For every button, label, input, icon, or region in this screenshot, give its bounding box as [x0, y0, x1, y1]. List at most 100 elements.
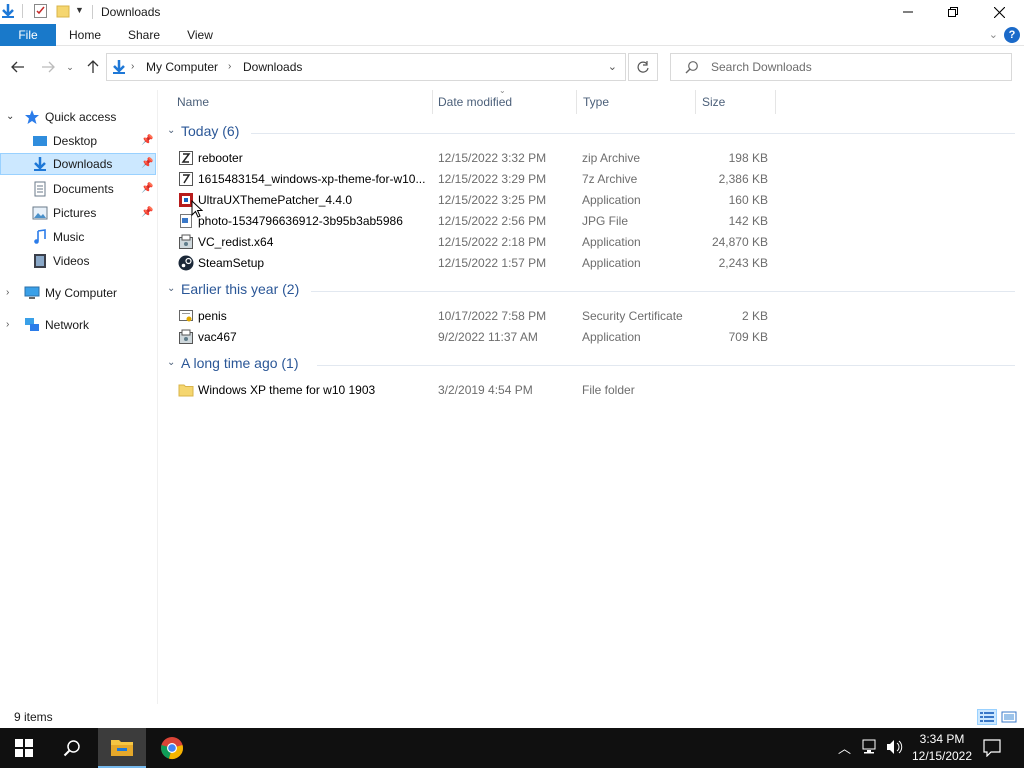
help-icon[interactable]: ? — [1004, 27, 1020, 43]
sidebar-item-music[interactable]: Music — [0, 226, 156, 248]
sidebar-item-pictures[interactable]: Pictures 📌 — [0, 202, 156, 224]
installer-icon — [178, 234, 194, 250]
recent-locations-chevron-icon[interactable]: ⌄ — [62, 57, 78, 77]
column-divider[interactable] — [775, 90, 776, 114]
collapse-chevron-icon[interactable]: ⌄ — [167, 283, 175, 294]
column-header-date[interactable]: Date modified — [438, 90, 512, 114]
properties-icon[interactable] — [33, 3, 49, 19]
sidebar-item-videos[interactable]: Videos — [0, 250, 156, 272]
chrome-taskbar-button[interactable] — [148, 728, 196, 768]
sidebar-item-network[interactable]: › Network — [0, 314, 156, 336]
address-bar[interactable]: › My Computer › Downloads ⌄ — [106, 53, 626, 81]
back-button[interactable] — [8, 57, 28, 77]
close-icon — [993, 6, 1005, 18]
tab-share[interactable]: Share — [120, 24, 168, 46]
file-row[interactable]: SteamSetup 12/15/2022 1:57 PM Applicatio… — [170, 253, 780, 274]
pin-icon[interactable]: 📌 — [141, 178, 153, 200]
breadcrumb-my-computer[interactable]: My Computer — [146, 60, 218, 74]
pin-icon[interactable]: 📌 — [141, 153, 153, 175]
pin-icon[interactable]: 📌 — [141, 130, 153, 152]
close-button[interactable] — [976, 0, 1022, 24]
desktop-icon — [32, 133, 48, 149]
minimize-button[interactable] — [885, 0, 931, 24]
sidebar-item-quick-access[interactable]: ⌄ Quick access — [0, 106, 156, 128]
sidebar-item-desktop[interactable]: Desktop 📌 — [0, 130, 156, 152]
file-size: 142 KB — [728, 214, 768, 228]
downloads-icon — [32, 156, 48, 172]
volume-icon[interactable] — [886, 739, 904, 758]
tab-home[interactable]: Home — [60, 24, 110, 46]
refresh-button[interactable] — [628, 53, 658, 81]
up-button[interactable] — [83, 57, 103, 77]
column-header-type[interactable]: Type — [583, 90, 609, 114]
address-dropdown-chevron-icon[interactable]: ⌄ — [608, 60, 617, 73]
search-taskbar-button[interactable] — [48, 728, 96, 768]
file-row[interactable]: Windows XP theme for w10 1903 3/2/2019 4… — [170, 380, 780, 401]
collapse-chevron-icon[interactable]: ⌄ — [167, 357, 175, 368]
sidebar-item-downloads[interactable]: Downloads 📌 — [0, 153, 156, 175]
search-placeholder: Search Downloads — [711, 60, 812, 74]
sidebar-item-my-computer[interactable]: › My Computer — [0, 282, 156, 304]
file-date: 12/15/2022 2:56 PM — [438, 214, 547, 228]
collapse-chevron-icon[interactable]: ⌄ — [167, 125, 175, 136]
sidebar-item-label: Videos — [53, 254, 90, 268]
expand-chevron-icon[interactable]: › — [6, 282, 9, 304]
collapse-chevron-icon[interactable]: ⌄ — [6, 106, 14, 128]
file-date: 12/15/2022 3:29 PM — [438, 172, 547, 186]
file-row[interactable]: VC_redist.x64 12/15/2022 2:18 PM Applica… — [170, 232, 780, 253]
file-type: Application — [582, 256, 641, 270]
sidebar-item-label: Downloads — [53, 157, 113, 171]
column-header-size[interactable]: Size — [702, 90, 725, 114]
column-divider[interactable] — [695, 90, 696, 114]
sidebar-item-label: My Computer — [45, 286, 118, 300]
file-row[interactable]: penis 10/17/2022 7:58 PM Security Certif… — [170, 306, 780, 327]
new-folder-icon[interactable] — [56, 3, 72, 19]
title-separator — [92, 5, 93, 19]
sidebar-item-documents[interactable]: Documents 📌 — [0, 178, 156, 200]
start-button[interactable] — [0, 728, 48, 768]
file-size: 2 KB — [741, 309, 768, 323]
expand-chevron-icon[interactable]: › — [6, 314, 9, 336]
network-icon — [24, 317, 40, 333]
details-view-button[interactable] — [977, 709, 997, 725]
clock-date: 12/15/2022 — [911, 749, 973, 763]
file-explorer-taskbar-button[interactable] — [98, 728, 146, 768]
file-row[interactable]: UltraUXThemePatcher_4.4.0 12/15/2022 3:2… — [170, 190, 780, 211]
group-header-earlier-this-year[interactable]: ⌄ Earlier this year (2) — [165, 281, 1015, 301]
file-date: 12/15/2022 2:18 PM — [438, 235, 547, 249]
file-type: Application — [582, 235, 641, 249]
notifications-icon[interactable] — [983, 739, 1001, 760]
file-row[interactable]: vac467 9/2/2022 11:37 AM Application 709… — [170, 327, 780, 348]
column-header-name[interactable]: Name — [177, 90, 209, 114]
group-title: Earlier this year (2) — [181, 281, 300, 297]
file-row[interactable]: photo-1534796636912-3b95b3ab5986 12/15/2… — [170, 211, 780, 232]
file-row[interactable]: rebooter 12/15/2022 3:32 PM zip Archive … — [170, 148, 780, 169]
file-date: 9/2/2022 11:37 AM — [438, 330, 538, 344]
file-row[interactable]: 1615483154_windows-xp-theme-for-w10... 1… — [170, 169, 780, 190]
group-title: A long time ago (1) — [181, 355, 299, 371]
search-icon — [63, 740, 80, 757]
forward-arrow-icon — [42, 61, 55, 73]
column-divider[interactable] — [432, 90, 433, 114]
pin-icon[interactable]: 📌 — [141, 202, 153, 224]
group-header-a-long-time-ago[interactable]: ⌄ A long time ago (1) — [165, 355, 1015, 375]
system-clock[interactable]: 3:34 PM 12/15/2022 — [910, 731, 974, 765]
restore-button[interactable] — [930, 0, 976, 24]
file-name: VC_redist.x64 — [198, 235, 274, 249]
star-icon — [24, 109, 40, 125]
large-icons-view-button[interactable] — [999, 709, 1019, 725]
tab-file[interactable]: File — [0, 24, 56, 46]
file-size: 198 KB — [728, 151, 768, 165]
network-status-icon[interactable] — [862, 739, 880, 758]
breadcrumb-downloads[interactable]: Downloads — [243, 60, 302, 74]
tab-view[interactable]: View — [178, 24, 222, 46]
forward-button[interactable] — [38, 57, 58, 77]
expand-ribbon-chevron-icon[interactable]: ⌄ — [989, 28, 998, 41]
column-divider[interactable] — [576, 90, 577, 114]
group-header-today[interactable]: ⌄ Today (6) — [165, 123, 1015, 143]
customize-toolbar-chevron-icon[interactable]: ▼ — [75, 5, 91, 21]
show-hidden-icons-chevron-icon[interactable]: ︿ — [838, 738, 851, 757]
steam-icon — [178, 255, 194, 271]
minimize-icon — [903, 11, 913, 13]
search-box[interactable]: Search Downloads — [670, 53, 1012, 81]
